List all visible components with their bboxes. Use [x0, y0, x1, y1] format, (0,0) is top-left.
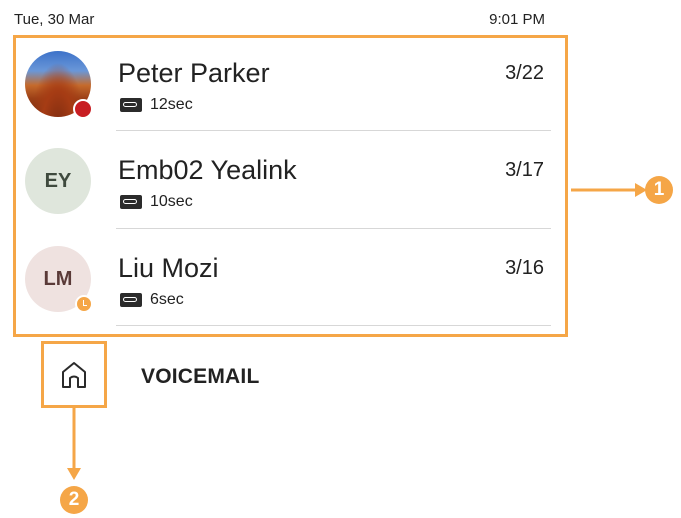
callout-1: 1 — [571, 174, 673, 206]
contact-name: Peter Parker — [118, 58, 270, 88]
voicemail-icon — [120, 293, 142, 307]
voicemail-date: 3/22 — [505, 62, 544, 84]
voicemail-date: 3/16 — [505, 257, 544, 279]
callout-arrow-icon — [67, 408, 81, 480]
voicemail-item[interactable]: Peter Parker 12sec 3/22 — [16, 40, 565, 136]
missed-badge-icon — [73, 99, 93, 119]
contact-avatar: EY — [25, 148, 91, 214]
callout-2: 2 — [54, 408, 94, 518]
contact-avatar-photo — [25, 51, 93, 119]
contact-avatar: LM — [25, 246, 93, 313]
voicemail-meta: 6sec — [120, 291, 184, 309]
status-bar: Tue, 30 Mar 9:01 PM — [14, 8, 545, 30]
page-title: VOICEMAIL — [141, 365, 260, 388]
callout-marker: 1 — [645, 176, 673, 204]
voicemail-duration: 6sec — [150, 291, 184, 308]
voicemail-list: Peter Parker 12sec 3/22 EY Emb02 Yealink… — [13, 35, 568, 337]
voicemail-duration: 12sec — [150, 96, 193, 113]
home-button[interactable] — [41, 341, 107, 408]
list-divider — [116, 228, 551, 229]
voicemail-duration: 10sec — [150, 193, 193, 210]
clock-badge-icon — [75, 295, 93, 313]
voicemail-icon — [120, 195, 142, 209]
voicemail-date: 3/17 — [505, 159, 544, 181]
avatar-initials: LM — [43, 267, 73, 290]
contact-name: Liu Mozi — [118, 253, 219, 283]
voicemail-meta: 10sec — [120, 193, 193, 211]
contact-name: Emb02 Yealink — [118, 155, 297, 185]
voicemail-item[interactable]: LM Liu Mozi 6sec 3/16 — [16, 235, 565, 331]
voicemail-meta: 12sec — [120, 96, 193, 114]
status-date: Tue, 30 Mar — [14, 10, 95, 28]
avatar-initials: EY — [44, 169, 72, 192]
home-icon — [62, 361, 86, 388]
callout-marker: 2 — [60, 486, 88, 514]
status-time: 9:01 PM — [489, 10, 545, 28]
list-divider — [116, 130, 551, 131]
voicemail-item[interactable]: EY Emb02 Yealink 10sec 3/17 — [16, 137, 565, 233]
list-divider — [116, 325, 551, 326]
voicemail-icon — [120, 98, 142, 112]
